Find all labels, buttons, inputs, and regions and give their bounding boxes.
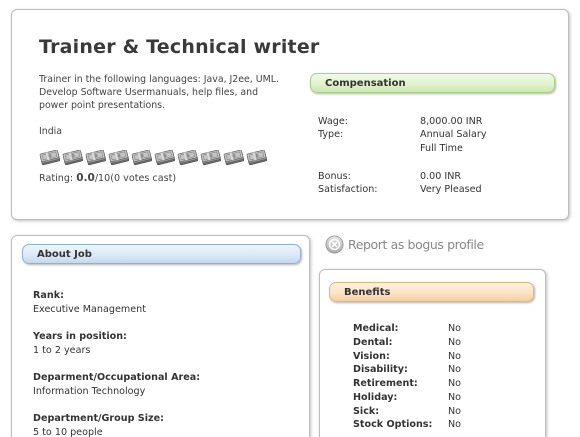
job-location: India <box>39 126 63 137</box>
satisfaction-row: Satisfaction: Very Pleased <box>318 183 538 196</box>
employment-row: Full Time <box>318 142 538 155</box>
rating-stars[interactable] <box>39 150 268 166</box>
satisfaction-value: Very Pleased <box>420 184 482 195</box>
page-title: Trainer & Technical writer <box>39 36 320 58</box>
benefit-row: Sick: No <box>353 406 513 419</box>
type-value: Annual Salary <box>420 129 487 140</box>
rank-label: Rank: <box>33 290 64 301</box>
benefit-label: Holiday: <box>353 391 398 403</box>
benefit-value: No <box>448 378 462 389</box>
job-description: Trainer in the following languages: Java… <box>39 74 279 111</box>
rating-prefix: Rating: <box>39 173 77 184</box>
benefit-label: Sick: <box>353 405 380 417</box>
group-size-value: 5 to 10 people <box>33 427 103 437</box>
satisfaction-label: Satisfaction: <box>318 184 378 195</box>
rank-value: Executive Management <box>33 304 146 315</box>
bonus-row: Bonus: 0.00 INR <box>318 170 538 183</box>
years-value: 1 to 2 years <box>33 345 91 356</box>
benefit-row: Stock Options: No <box>353 419 513 432</box>
money-stack-icon[interactable] <box>39 150 61 166</box>
report-label: Report as bogus profile <box>348 237 484 252</box>
wage-row: Wage: 8,000.00 INR <box>318 115 538 128</box>
about-job-header: About Job <box>22 244 301 264</box>
department-value: Information Technology <box>33 386 146 397</box>
about-years: Years in position: 1 to 2 years <box>33 330 127 357</box>
money-stack-icon[interactable] <box>108 150 130 166</box>
benefit-value: No <box>448 323 462 334</box>
benefit-row: Retirement: No <box>353 378 513 391</box>
rating-text: Rating: 0.0/10(0 votes cast) <box>39 172 176 184</box>
money-stack-icon[interactable] <box>85 150 107 166</box>
rating-suffix: /10(0 votes cast) <box>94 173 177 184</box>
benefit-label: Disability: <box>353 364 408 376</box>
benefit-row: Dental: No <box>353 337 513 350</box>
money-stack-icon[interactable] <box>131 150 153 166</box>
circle-x-icon <box>325 235 344 254</box>
benefit-row: Holiday: No <box>353 392 513 405</box>
group-size-label: Department/Group Size: <box>33 413 164 424</box>
benefit-value: No <box>448 419 462 431</box>
rating-value: 0.0 <box>76 172 95 184</box>
about-group-size: Department/Group Size: 5 to 10 people <box>33 412 164 437</box>
benefit-label: Vision: <box>353 350 390 362</box>
benefit-row: Vision: No <box>353 351 513 364</box>
benefit-value: No <box>448 391 462 403</box>
about-department: Deparment/Occupational Area: Information… <box>33 371 200 398</box>
benefit-row: Disability: No <box>353 364 513 377</box>
wage-value: 8,000.00 INR <box>420 116 483 127</box>
benefit-label: Medical: <box>353 323 399 334</box>
report-bogus-profile-link[interactable]: Report as bogus profile <box>325 235 484 254</box>
years-label: Years in position: <box>33 331 127 342</box>
money-stack-icon[interactable] <box>223 150 245 166</box>
benefit-row: Medical: No <box>353 323 513 336</box>
benefit-value: No <box>448 350 462 362</box>
benefit-value: No <box>448 336 462 348</box>
type-label: Type: <box>318 129 344 140</box>
benefit-label: Retirement: <box>353 378 418 389</box>
money-stack-icon[interactable] <box>200 150 222 166</box>
bonus-value: 0.00 INR <box>420 171 462 182</box>
compensation-header: Compensation <box>310 73 555 93</box>
benefit-label: Stock Options: <box>353 419 433 431</box>
job-summary-panel: Trainer & Technical writer Trainer in th… <box>11 9 569 220</box>
about-rank: Rank: Executive Management <box>33 289 146 316</box>
department-label: Deparment/Occupational Area: <box>33 372 201 383</box>
type-row: Type: Annual Salary <box>318 128 538 141</box>
money-stack-icon[interactable] <box>154 150 176 166</box>
benefit-value: No <box>448 364 462 376</box>
about-job-panel: About Job Rank: Executive Management Yea… <box>11 235 310 437</box>
benefits-header: Benefits <box>329 282 534 302</box>
wage-label: Wage: <box>318 116 348 127</box>
money-stack-icon[interactable] <box>246 150 268 166</box>
money-stack-icon[interactable] <box>62 150 84 166</box>
bonus-label: Bonus: <box>318 171 351 182</box>
benefit-label: Dental: <box>353 336 393 348</box>
benefit-value: No <box>448 405 462 417</box>
benefits-panel: Benefits Medical: No Dental: No Vision: No Dis… <box>319 269 546 437</box>
money-stack-icon[interactable] <box>177 150 199 166</box>
employment-value: Full Time <box>420 143 463 154</box>
